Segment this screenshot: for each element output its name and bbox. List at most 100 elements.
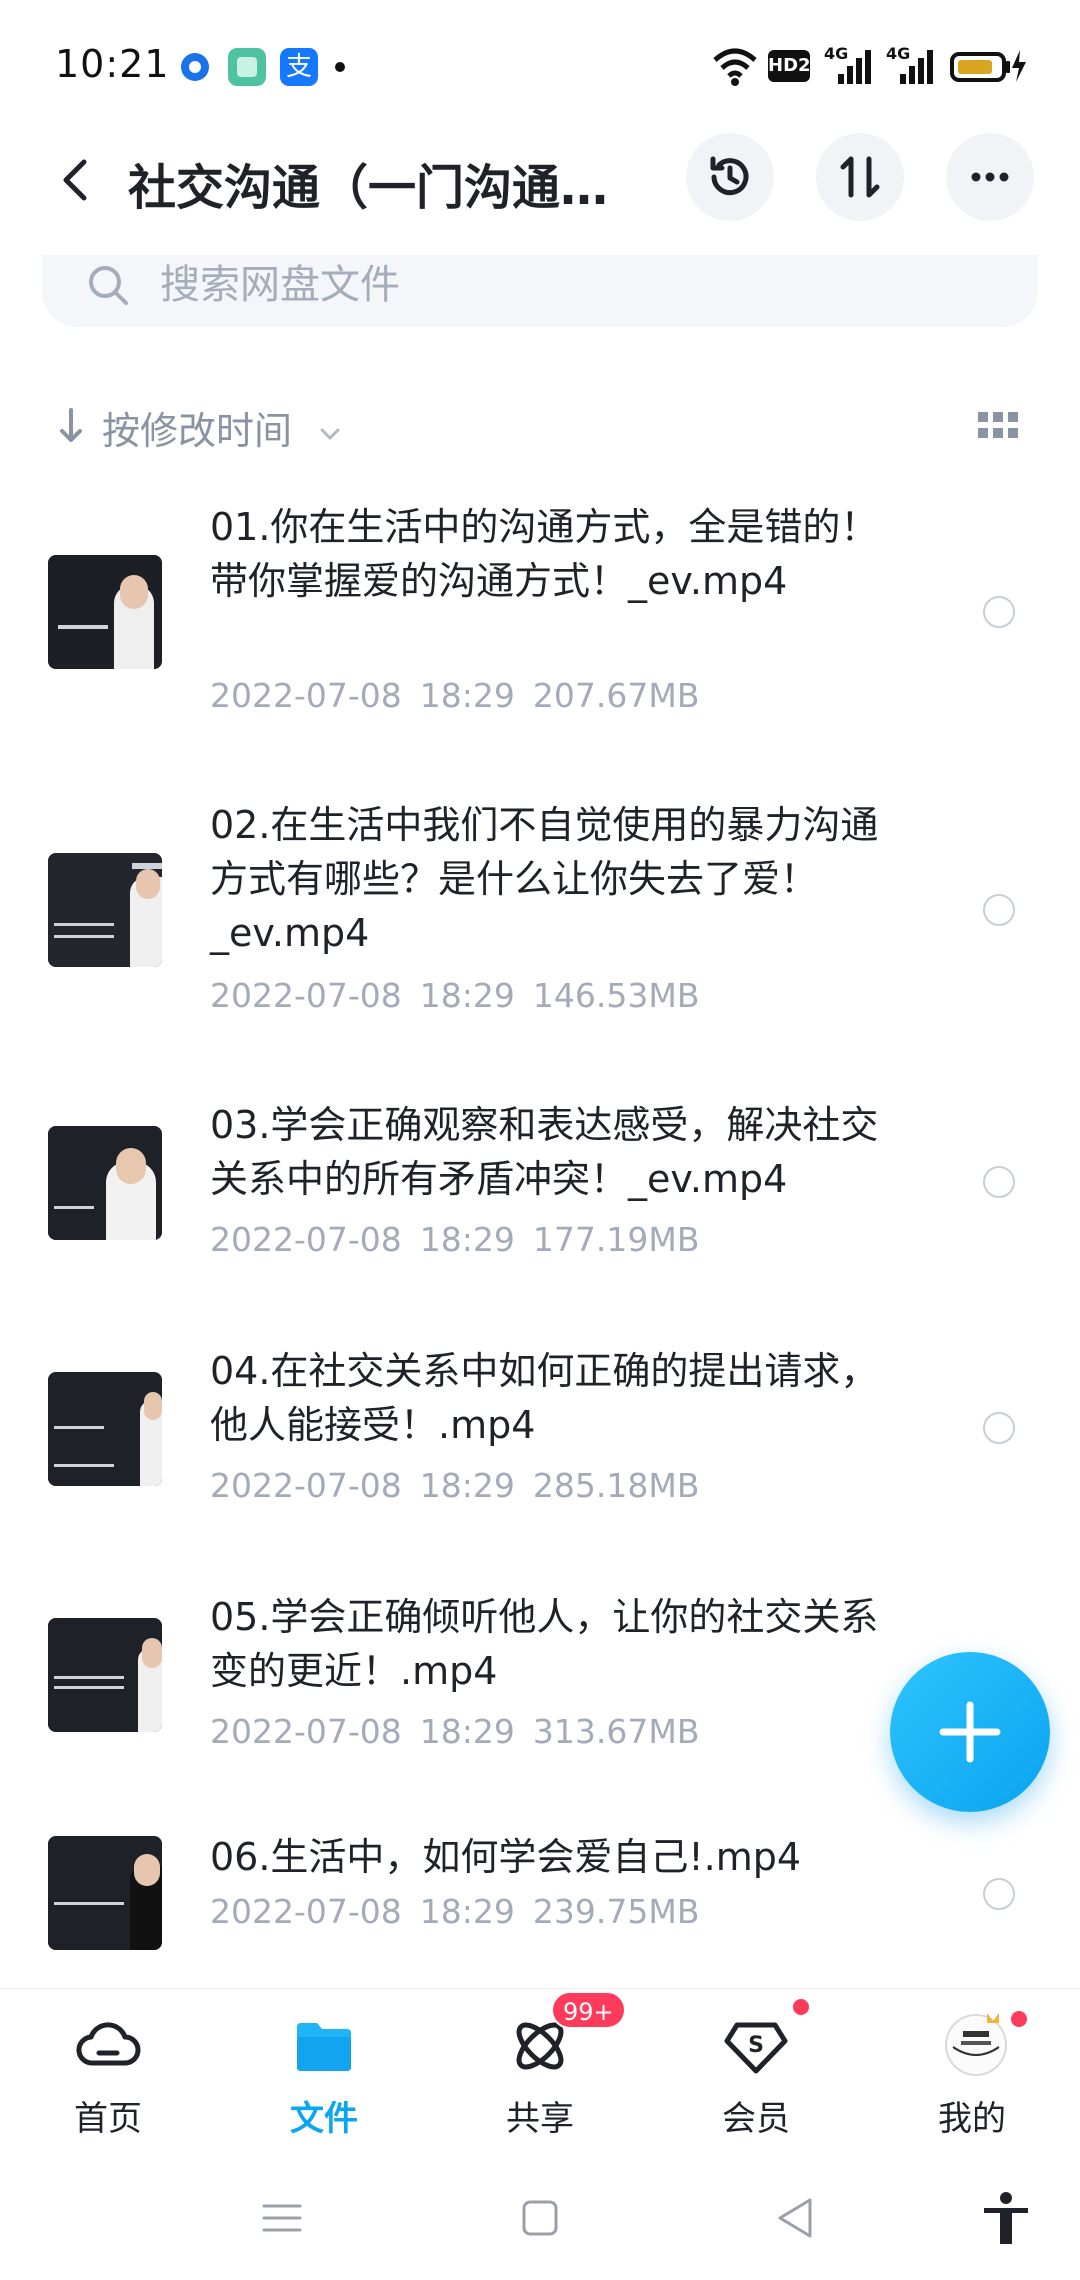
file-item[interactable]: 01.你在生活中的沟通方式，全是错的！ 带你掌握爱的沟通方式！_ev.mp4 2… xyxy=(0,500,1080,750)
vip-diamond-icon: S xyxy=(723,2013,789,2079)
nav-label-share: 共享 xyxy=(506,2099,574,2139)
chevron-down-icon xyxy=(320,428,340,440)
sort-arrow-icon[interactable] xyxy=(56,406,86,446)
select-radio[interactable] xyxy=(983,1412,1015,1444)
nav-item-files[interactable]: 文件 xyxy=(249,1989,399,2149)
file-date: 2022-07-08 xyxy=(210,1712,402,1751)
file-size: 285.18MB xyxy=(532,1466,700,1505)
nav-item-mine[interactable]: 我的 xyxy=(897,1989,1047,2149)
back-triangle-icon[interactable] xyxy=(766,2188,826,2248)
video-thumbnail xyxy=(48,1836,162,1950)
more-icon xyxy=(971,172,1009,182)
file-meta: 2022-07-08 18:29 177.19MB xyxy=(210,1220,717,1259)
header: 社交沟通（一门沟通… xyxy=(0,128,1080,228)
history-button[interactable] xyxy=(686,133,774,221)
file-name: 05.学会正确倾听他人，让你的社交关系变的更近！.mp4 xyxy=(210,1595,879,1693)
hd-icon: HD2 xyxy=(768,50,811,82)
file-date: 2022-07-08 xyxy=(210,1466,402,1505)
add-button[interactable] xyxy=(890,1652,1050,1812)
search-icon xyxy=(89,266,128,305)
nav-item-share[interactable]: 99+ 共享 xyxy=(465,1989,626,2149)
home-square-icon[interactable] xyxy=(510,2188,570,2248)
file-meta: 2022-07-08 18:29 207.67MB xyxy=(210,676,717,715)
file-item[interactable]: 02.在生活中我们不自觉使用的暴力沟通方式有哪些？是什么让你失去了爱！_ev.m… xyxy=(0,798,1080,1048)
file-name: 06.生活中，如何学会爱自己!.mp4 xyxy=(210,1835,802,1879)
search-input[interactable] xyxy=(160,255,860,315)
avatar-icon xyxy=(941,2007,1011,2077)
file-time: 18:29 xyxy=(419,1220,515,1259)
file-date: 2022-07-08 xyxy=(210,976,402,1015)
search-box[interactable] xyxy=(42,255,1038,327)
sort-row: 按修改时间 xyxy=(52,400,1028,453)
file-meta: 2022-07-08 18:29 313.67MB xyxy=(210,1712,717,1751)
share-badge: 99+ xyxy=(551,1991,626,2029)
grid-view-icon[interactable] xyxy=(978,412,1018,440)
video-thumbnail xyxy=(48,1618,162,1732)
file-item[interactable]: 04.在社交关系中如何正确的提出请求，他人能接受！.mp4 2022-07-08… xyxy=(0,1344,1080,1544)
nav-item-vip[interactable]: S 会员 xyxy=(681,1989,831,2149)
more-button[interactable] xyxy=(946,133,1034,221)
page-title: 社交沟通（一门沟通… xyxy=(128,160,609,216)
cloud-icon xyxy=(75,2013,141,2079)
file-date: 2022-07-08 xyxy=(210,1892,402,1931)
nav-label-vip: 会员 xyxy=(722,2099,790,2139)
history-icon xyxy=(710,156,749,196)
svg-text:S: S xyxy=(748,2033,764,2058)
file-date: 2022-07-08 xyxy=(210,1220,402,1259)
sort-toggle-icon xyxy=(840,156,880,198)
nav-label-home: 首页 xyxy=(74,2099,142,2139)
back-icon[interactable] xyxy=(48,150,108,210)
file-meta: 2022-07-08 18:29 239.75MB xyxy=(210,1892,717,1931)
signal-icon-2: 4G xyxy=(886,44,936,88)
select-radio[interactable] xyxy=(983,1878,1015,1910)
file-time: 18:29 xyxy=(419,976,515,1015)
file-time: 18:29 xyxy=(419,1466,515,1505)
baidu-app-icon xyxy=(176,48,214,86)
file-meta: 2022-07-08 18:29 146.53MB xyxy=(210,976,717,1015)
file-time: 18:29 xyxy=(419,1892,515,1931)
nav-item-home[interactable]: 首页 xyxy=(33,1989,183,2149)
select-radio[interactable] xyxy=(983,1166,1015,1198)
status-time: 10:21 xyxy=(55,42,170,86)
plus-icon xyxy=(939,1701,1001,1763)
file-size: 207.67MB xyxy=(532,676,700,715)
file-name: 02.在生活中我们不自觉使用的暴力沟通方式有哪些？是什么让你失去了爱！_ev.m… xyxy=(210,803,879,955)
sort-label: 按修改时间 xyxy=(102,409,293,453)
file-size: 146.53MB xyxy=(532,976,700,1015)
vip-dot xyxy=(791,1997,811,2017)
file-size: 239.75MB xyxy=(532,1892,700,1931)
file-item[interactable]: 03.学会正确观察和表达感受，解决社交关系中的所有矛盾冲突！_ev.mp4 20… xyxy=(0,1098,1080,1298)
video-thumbnail xyxy=(48,853,162,967)
bottom-nav: 首页 文件 99+ 共享 S 会员 我的 xyxy=(0,1988,1080,2148)
nav-label-files: 文件 xyxy=(290,2099,358,2139)
app-square-icon xyxy=(228,48,266,86)
file-name: 01.你在生活中的沟通方式，全是错的！ 带你掌握爱的沟通方式！_ev.mp4 xyxy=(210,505,879,603)
folder-icon xyxy=(291,2013,357,2079)
menu-icon[interactable] xyxy=(252,2188,312,2248)
file-date: 2022-07-08 xyxy=(210,676,402,715)
file-time: 18:29 xyxy=(419,1712,515,1751)
file-name: 03.学会正确观察和表达感受，解决社交关系中的所有矛盾冲突！_ev.mp4 xyxy=(210,1103,879,1201)
mine-dot xyxy=(1009,2009,1029,2029)
select-radio[interactable] xyxy=(983,596,1015,628)
alipay-glyph: 支 xyxy=(285,52,312,82)
signal-icon-1: 4G xyxy=(824,44,874,88)
file-name: 04.在社交关系中如何正确的提出请求，他人能接受！.mp4 xyxy=(210,1349,879,1447)
video-thumbnail xyxy=(48,1372,162,1486)
file-item[interactable]: 06.生活中，如何学会爱自己!.mp4 2022-07-08 18:29 239.7… xyxy=(0,1835,1080,1986)
accessibility-icon[interactable] xyxy=(976,2188,1036,2248)
transfer-button[interactable] xyxy=(816,133,904,221)
video-thumbnail xyxy=(48,1126,162,1240)
alipay-icon: 支 xyxy=(280,48,318,86)
select-radio[interactable] xyxy=(983,894,1015,926)
video-thumbnail xyxy=(48,555,162,669)
battery-icon xyxy=(950,50,1026,82)
file-size: 177.19MB xyxy=(532,1220,700,1259)
status-bar: 10:21 支 HD2 4G 4G xyxy=(0,0,1080,120)
sort-dropdown[interactable]: 按修改时间 xyxy=(102,400,342,455)
hd-label: HD2 xyxy=(768,55,811,76)
file-time: 18:29 xyxy=(419,676,515,715)
system-nav-bar xyxy=(0,2160,1080,2280)
file-meta: 2022-07-08 18:29 285.18MB xyxy=(210,1466,717,1505)
file-size: 313.67MB xyxy=(532,1712,700,1751)
